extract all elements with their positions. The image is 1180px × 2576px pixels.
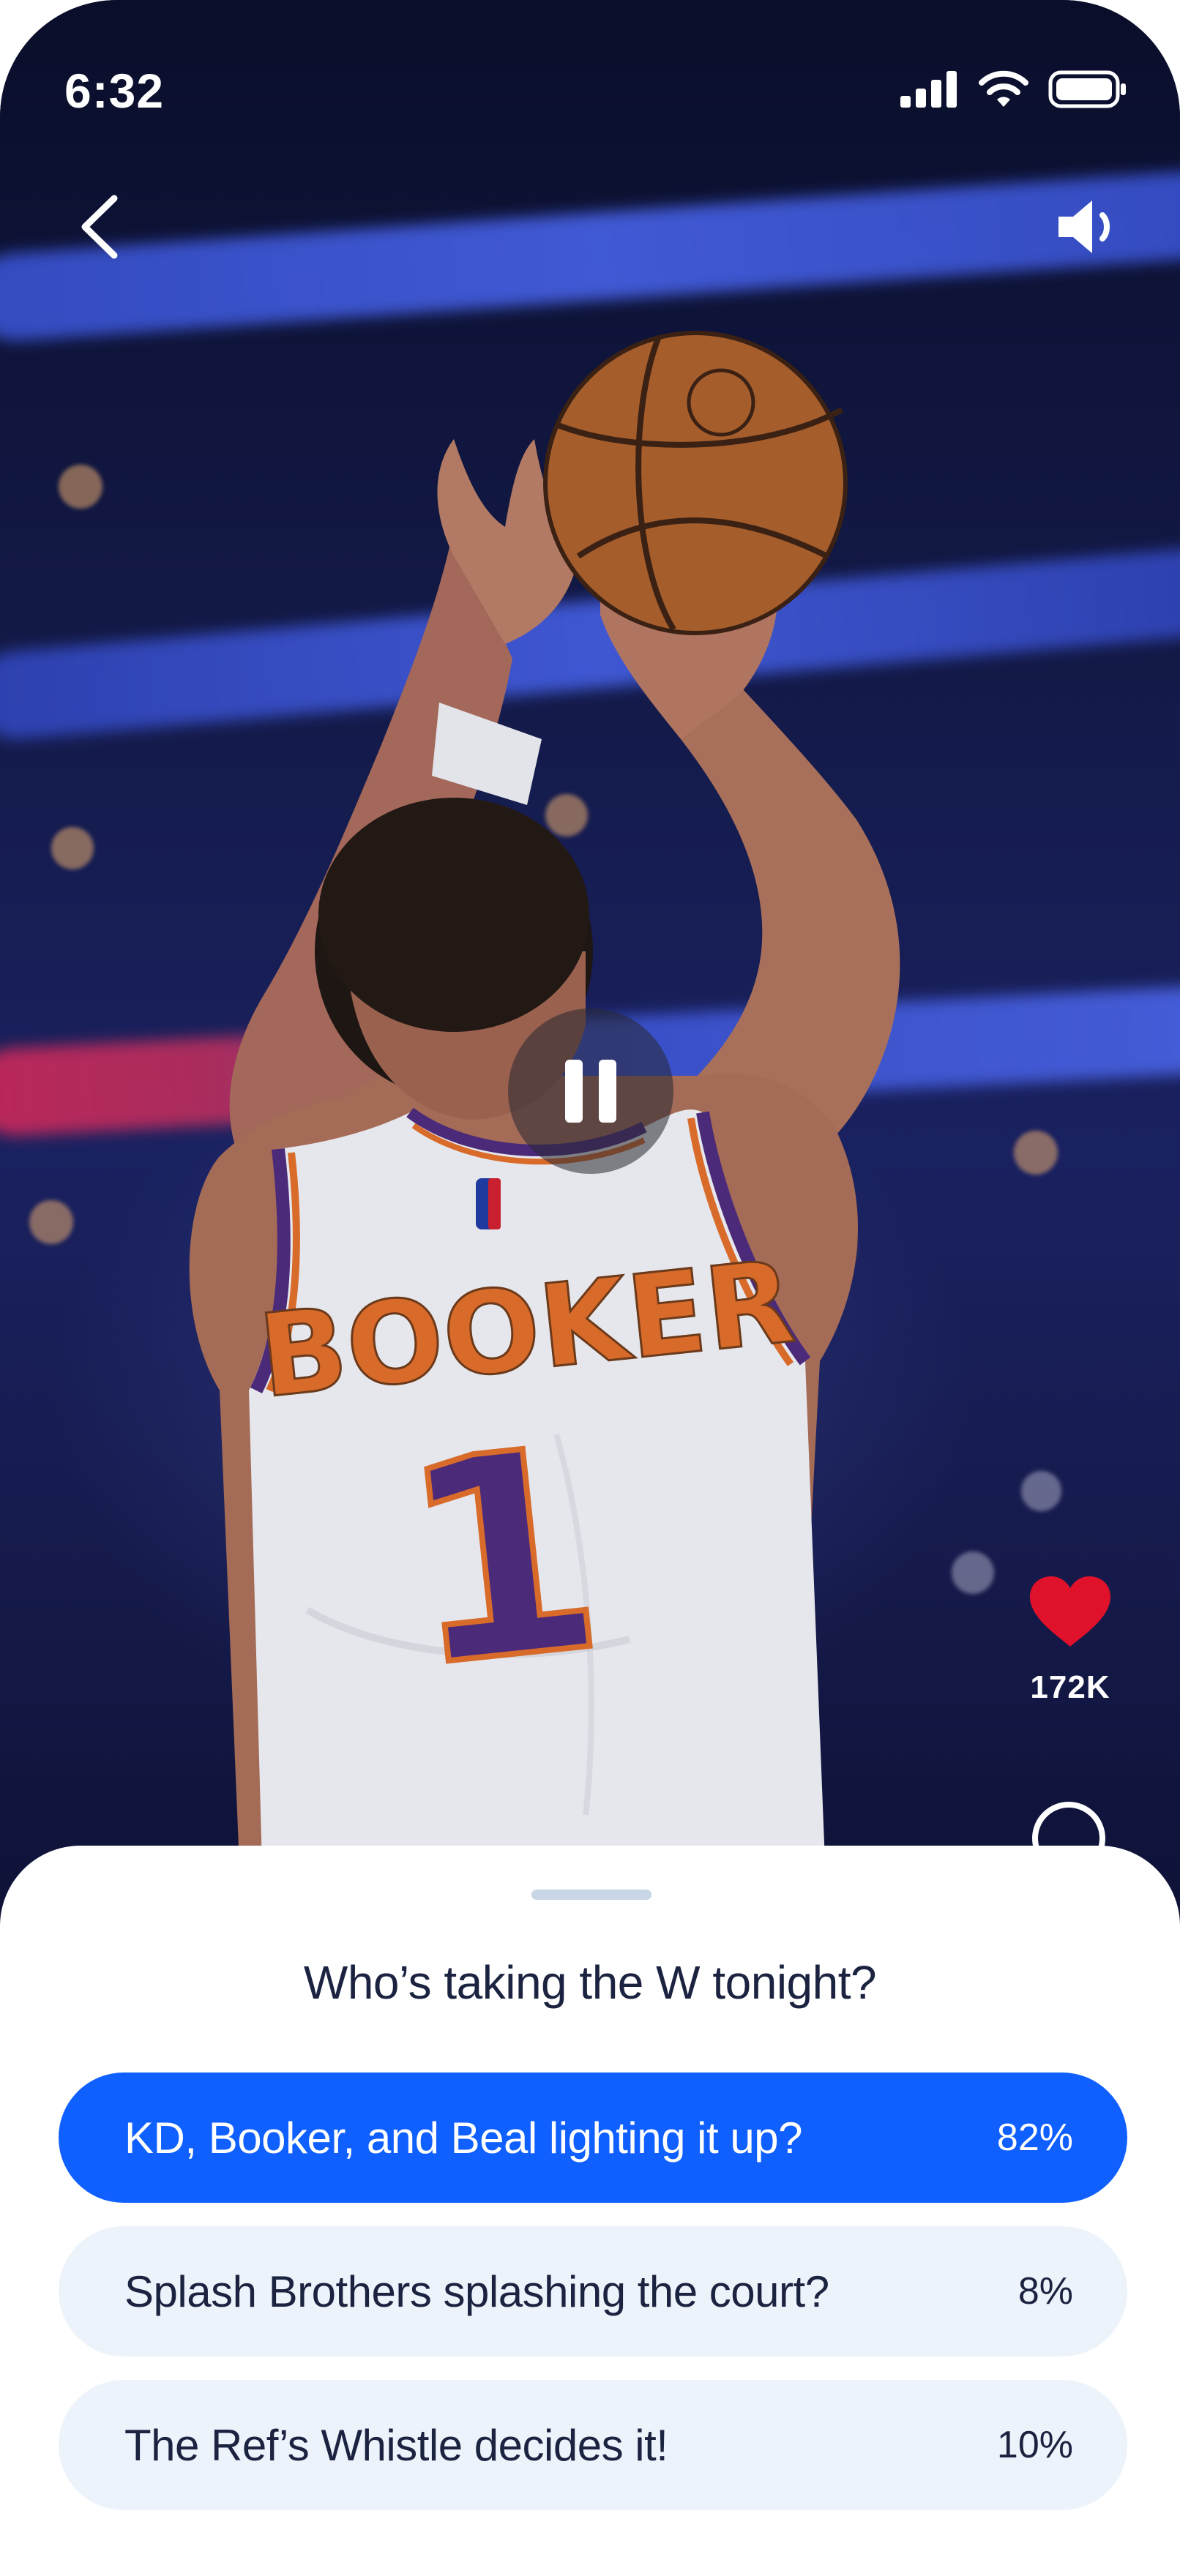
poll-option-label: The Ref’s Whistle decides it! [124,2420,668,2470]
cellular-signal-icon [900,71,957,108]
poll-option-label: KD, Booker, and Beal lighting it up? [124,2113,802,2163]
poll-option-percent: 8% [1017,2270,1073,2313]
player-illustration: BOOKER 1 [189,331,900,1917]
like-group: 172K [1019,1573,1121,1706]
wifi-icon [979,70,1028,107]
video-player[interactable]: BOOKER 1 [0,0,1180,1917]
status-bar: 6:32 [0,0,1180,176]
heart-icon[interactable] [1027,1573,1113,1650]
battery-icon [1048,70,1126,108]
volume-button[interactable] [1041,183,1136,271]
back-button[interactable] [59,183,139,271]
volume-icon [1058,201,1110,253]
poll-option-1[interactable]: KD, Booker, and Beal lighting it up? 82% [59,2073,1127,2203]
poll-question: Who’s taking the W tonight? [303,1956,877,2009]
poll-option-percent: 10% [996,2424,1073,2466]
jersey-number: 1 [389,1387,616,1729]
poll-option-2[interactable]: Splash Brothers splashing the court? 8% [59,2226,1127,2356]
status-icons [900,70,1127,108]
back-chevron-icon [81,195,118,259]
pause-icon [565,1060,583,1123]
status-time: 6:32 [64,64,165,118]
sheet-drag-handle[interactable] [531,1890,651,1900]
like-count: 172K [1030,1669,1110,1705]
pause-button[interactable] [508,1008,673,1174]
poll-sheet: Who’s taking the W tonight? KD, Booker, … [0,1846,1180,2576]
pause-icon [599,1060,616,1123]
poll-option-label: Splash Brothers splashing the court? [124,2266,829,2316]
poll-option-3[interactable]: The Ref’s Whistle decides it! 10% [59,2380,1127,2510]
poll-option-percent: 82% [996,2116,1073,2159]
phone-screen: BOOKER 1 6:32 172K Who’s taking the W to… [0,0,1180,2576]
